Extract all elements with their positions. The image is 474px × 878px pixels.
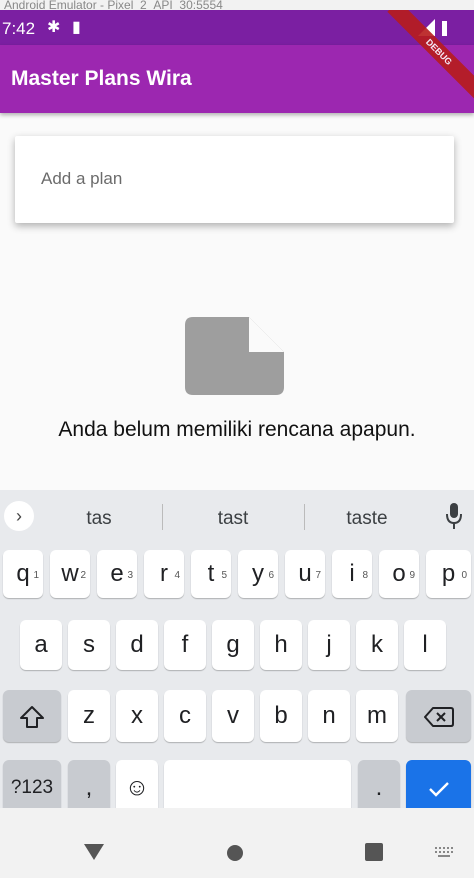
home-icon[interactable] xyxy=(226,844,244,862)
settings-icon: ✱ xyxy=(47,19,61,36)
checkmark-icon xyxy=(428,781,449,797)
key-p[interactable]: p0 xyxy=(426,550,471,598)
emulator-title: Android Emulator - Pixel_2_API_30:5554 xyxy=(0,0,474,10)
backspace-icon xyxy=(423,706,454,727)
key-a[interactable]: a xyxy=(20,620,62,670)
symbols-key[interactable]: ?123 xyxy=(3,760,61,815)
soft-keyboard: › tas tast taste q1 w2 e3 r4 t5 y6 u7 i8… xyxy=(0,490,474,815)
key-y[interactable]: y6 xyxy=(238,550,278,598)
key-j[interactable]: j xyxy=(308,620,350,670)
key-n[interactable]: n xyxy=(308,690,350,742)
key-e[interactable]: e3 xyxy=(97,550,137,598)
key-v[interactable]: v xyxy=(212,690,254,742)
add-plan-input[interactable] xyxy=(39,168,433,190)
key-d[interactable]: d xyxy=(116,620,158,670)
back-icon[interactable] xyxy=(84,844,104,860)
key-i[interactable]: i8 xyxy=(332,550,372,598)
key-h[interactable]: h xyxy=(260,620,302,670)
key-b[interactable]: b xyxy=(260,690,302,742)
suggestion-1[interactable]: tas xyxy=(60,508,138,530)
sd-card-icon: ▮ xyxy=(72,19,81,36)
period-key[interactable]: . xyxy=(358,760,400,815)
navigation-bar xyxy=(0,808,474,878)
key-w[interactable]: w2 xyxy=(50,550,90,598)
shift-icon xyxy=(20,705,44,728)
key-m[interactable]: m xyxy=(356,690,398,742)
key-z[interactable]: z xyxy=(68,690,110,742)
note-icon xyxy=(185,317,284,395)
wifi-signal-icon xyxy=(418,19,447,36)
space-key[interactable] xyxy=(164,760,351,815)
page-title: Master Plans Wira xyxy=(11,67,192,90)
comma-key[interactable]: , xyxy=(68,760,110,815)
key-k[interactable]: k xyxy=(356,620,398,670)
key-o[interactable]: o9 xyxy=(379,550,419,598)
key-f[interactable]: f xyxy=(164,620,206,670)
app-bar: Master Plans Wira xyxy=(0,45,474,113)
key-t[interactable]: t5 xyxy=(191,550,231,598)
suggestion-2[interactable]: tast xyxy=(194,508,272,530)
key-u[interactable]: u7 xyxy=(285,550,325,598)
microphone-icon[interactable] xyxy=(446,502,462,530)
status-time: 7:42 xyxy=(2,19,36,38)
status-bar: 7:42 ✱ ▮ xyxy=(0,10,474,45)
suggestion-bar: › tas tast taste xyxy=(0,490,474,542)
expand-toolbar-icon[interactable]: › xyxy=(4,501,34,531)
key-l[interactable]: l xyxy=(404,620,446,670)
keyboard-switch-icon[interactable] xyxy=(434,846,454,858)
divider xyxy=(162,504,163,530)
shift-key[interactable] xyxy=(3,690,61,742)
empty-state-message: Anda belum memiliki rencana apapun. xyxy=(58,418,416,441)
emoji-key[interactable]: ☺ xyxy=(116,760,158,815)
key-c[interactable]: c xyxy=(164,690,206,742)
key-q[interactable]: q1 xyxy=(3,550,43,598)
key-x[interactable]: x xyxy=(116,690,158,742)
divider xyxy=(304,504,305,530)
recents-icon[interactable] xyxy=(365,843,383,861)
enter-key[interactable] xyxy=(406,760,471,815)
add-plan-card xyxy=(15,136,454,223)
backspace-key[interactable] xyxy=(406,690,471,742)
key-r[interactable]: r4 xyxy=(144,550,184,598)
key-g[interactable]: g xyxy=(212,620,254,670)
key-s[interactable]: s xyxy=(68,620,110,670)
emoji-icon: ☺ xyxy=(124,774,150,801)
suggestion-3[interactable]: taste xyxy=(328,508,406,530)
